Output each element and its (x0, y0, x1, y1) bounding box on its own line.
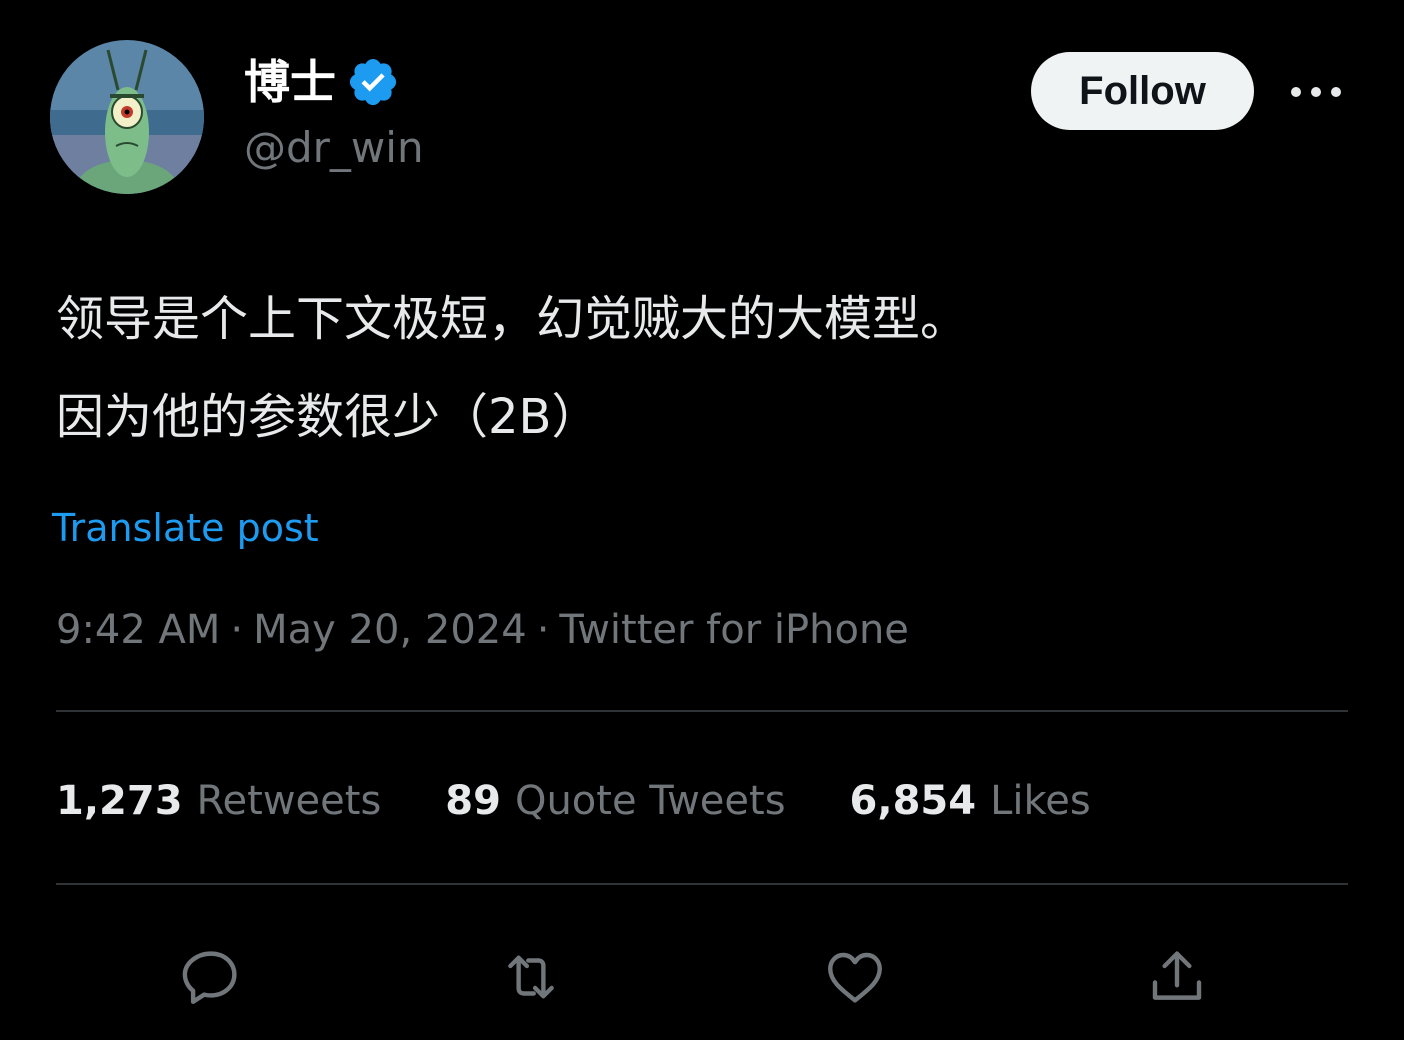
tweet-line: 领导是个上下文极短，幻觉贼大的大模型。 (56, 291, 969, 347)
share-icon[interactable] (1144, 944, 1210, 1010)
like-icon[interactable] (822, 944, 888, 1010)
avatar[interactable] (50, 40, 204, 194)
display-name[interactable]: 博士 (244, 52, 336, 112)
tweet-text: 领导是个上下文极短，幻觉贼大的大模型。 因为他的参数很少（2B） (56, 270, 968, 466)
quote-tweets-stat[interactable]: 89 Quote Tweets (445, 773, 785, 829)
author-name-row: 博士 (244, 52, 400, 112)
follow-button[interactable]: Follow (1031, 52, 1254, 130)
tweet-line: 因为他的参数很少（2B） (56, 389, 600, 445)
likes-label: Likes (990, 778, 1091, 824)
user-handle[interactable]: @dr_win (244, 120, 424, 176)
engagement-stats: 1,273 Retweets 89 Quote Tweets 6,854 Likes (56, 773, 1091, 829)
tweet-date[interactable]: May 20, 2024 (253, 607, 527, 653)
retweet-icon[interactable] (498, 944, 564, 1010)
quote-tweets-label: Quote Tweets (514, 778, 786, 824)
reply-icon[interactable] (178, 944, 244, 1010)
quote-tweets-count: 89 (445, 778, 501, 824)
more-options-icon[interactable] (1288, 82, 1344, 102)
retweets-count: 1,273 (56, 778, 183, 824)
verified-badge-icon (346, 55, 400, 109)
likes-count: 6,854 (849, 778, 977, 824)
divider (56, 710, 1348, 712)
meta-separator: · (536, 607, 550, 653)
divider (56, 883, 1348, 885)
likes-stat[interactable]: 6,854 Likes (850, 773, 1091, 829)
retweets-label: Retweets (196, 778, 382, 824)
meta-separator: · (230, 607, 244, 653)
tweet-time[interactable]: 9:42 AM (56, 607, 220, 653)
retweets-stat[interactable]: 1,273 Retweets (56, 773, 381, 829)
tweet-source[interactable]: Twitter for iPhone (559, 607, 909, 653)
translate-post-link[interactable]: Translate post (52, 502, 319, 554)
tweet-meta: 9:42 AM · May 20, 2024 · Twitter for iPhone (56, 602, 909, 658)
